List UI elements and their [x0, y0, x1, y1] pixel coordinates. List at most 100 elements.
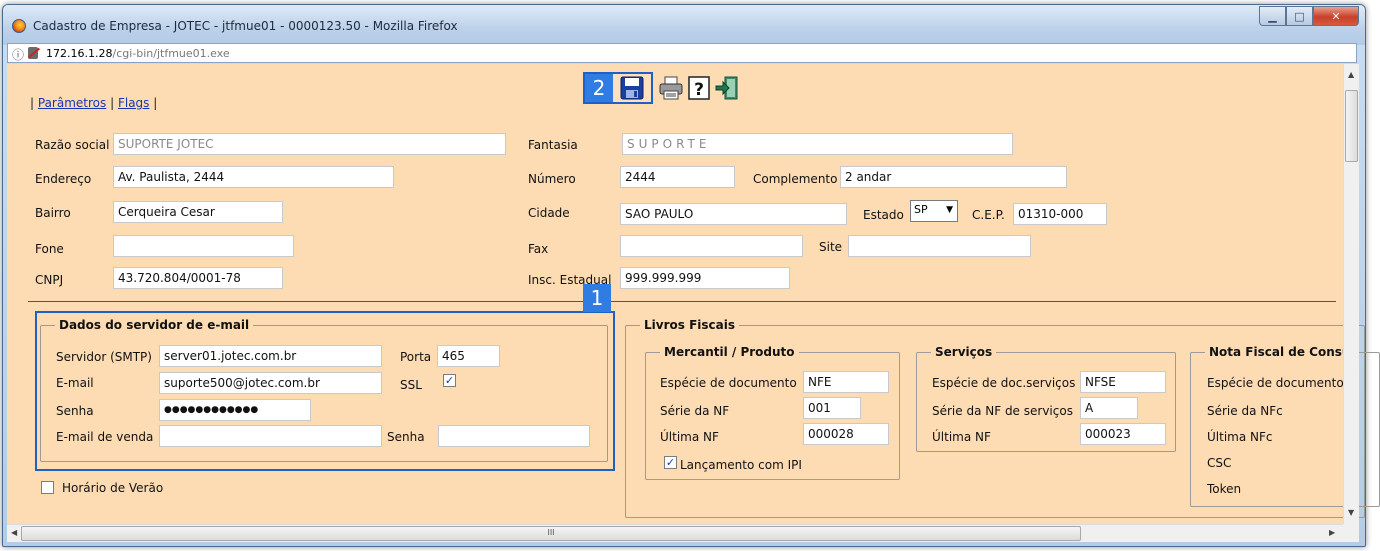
horario-verao-checkbox[interactable]	[41, 481, 54, 494]
callout-badge-1: 1	[583, 284, 611, 312]
livros-fiscais-legend: Livros Fiscais	[644, 318, 735, 332]
cnpj-field[interactable]: 43.720.804/0001-78	[113, 267, 283, 289]
svg-text:?: ?	[694, 80, 704, 100]
insc-estadual-field[interactable]: 999.999.999	[620, 267, 790, 289]
servidor-field[interactable]: server01.jotec.com.br	[159, 345, 382, 367]
email-group-legend: Dados do servidor de e-mail	[59, 318, 250, 332]
vertical-scroll-thumb[interactable]	[1345, 90, 1358, 162]
url-path: /cgi-bin/jtfmue01.exe	[112, 47, 230, 60]
site-field[interactable]	[848, 235, 1031, 257]
nfc-csc-label: CSC	[1207, 456, 1232, 470]
mercantil-ultima-label: Última NF	[660, 430, 719, 444]
email-label: E-mail	[56, 376, 94, 390]
complemento-label: Complemento	[753, 172, 838, 186]
senha-field[interactable]: ●●●●●●●●●●●●	[159, 399, 311, 421]
lancamento-ipi-label: Lançamento com IPI	[680, 458, 802, 472]
senha-venda-field[interactable]	[438, 425, 590, 447]
flags-link[interactable]: Flags	[118, 96, 149, 110]
save-icon[interactable]	[618, 74, 646, 102]
fantasia-label: Fantasia	[528, 138, 578, 152]
exit-icon[interactable]	[713, 74, 741, 102]
servicos-especie-label: Espécie de doc.serviços	[932, 376, 1076, 390]
ssl-checkbox[interactable]: ✓	[443, 374, 456, 387]
separator: |	[153, 96, 158, 110]
senha-venda-label: Senha	[387, 430, 425, 444]
cidade-field[interactable]: SAO PAULO	[620, 203, 847, 225]
maximize-button[interactable]: □	[1286, 6, 1313, 26]
url-text[interactable]: 172.16.1.28/cgi-bin/jtfmue01.exe	[46, 47, 230, 60]
mercantil-legend: Mercantil / Produto	[664, 345, 795, 359]
top-links: | Parâmetros | Flags |	[30, 96, 157, 110]
cep-field[interactable]: 01310-000	[1013, 203, 1107, 225]
nfc-ultima-label: Última NFc	[1207, 430, 1273, 444]
nfc-token-label: Token	[1207, 482, 1242, 496]
window-title: Cadastro de Empresa - JOTEC - jtfmue01 -…	[33, 19, 458, 33]
firefox-icon	[12, 19, 26, 33]
cnpj-label: CNPJ	[35, 273, 64, 287]
servicos-especie-field[interactable]: NFSE	[1080, 371, 1166, 393]
servicos-ultima-field[interactable]: 000023	[1080, 423, 1166, 445]
estado-value: SP	[914, 203, 928, 216]
vertical-scrollbar[interactable]: ▲ ▼	[1343, 64, 1359, 524]
print-icon[interactable]	[657, 74, 685, 102]
url-host: 172.16.1.28	[46, 47, 113, 60]
parametros-link[interactable]: Parâmetros	[38, 96, 106, 110]
servicos-serie-label: Série da NF de serviços	[932, 404, 1073, 418]
servicos-ultima-label: Última NF	[932, 430, 991, 444]
endereco-label: Endereço	[35, 172, 92, 186]
chevron-down-icon: ▼	[946, 205, 953, 215]
close-button[interactable]: ✕	[1313, 6, 1359, 26]
email-venda-field[interactable]	[159, 425, 382, 447]
razao-social-label: Razão social	[35, 138, 110, 152]
separator: |	[30, 96, 35, 110]
address-bar[interactable]: ⓘ 172.16.1.28/cgi-bin/jtfmue01.exe	[7, 43, 1357, 63]
title-bar: Cadastro de Empresa - JOTEC - jtfmue01 -…	[3, 5, 1365, 45]
mercantil-serie-field[interactable]: 001	[803, 397, 861, 419]
servidor-label: Servidor (SMTP)	[56, 350, 152, 364]
bairro-field[interactable]: Cerqueira Cesar	[113, 201, 283, 223]
porta-label: Porta	[400, 350, 432, 364]
help-icon[interactable]: ?	[685, 74, 713, 102]
nfc-legend: Nota Fiscal de Consu	[1209, 345, 1351, 359]
cep-label: C.E.P.	[972, 208, 1005, 222]
horario-verao-label: Horário de Verão	[62, 481, 164, 495]
endereco-field[interactable]: Av. Paulista, 2444	[113, 166, 394, 188]
separator: |	[110, 96, 115, 110]
info-icon[interactable]: ⓘ	[12, 46, 24, 63]
divider	[28, 301, 1336, 302]
servicos-serie-field[interactable]: A	[1080, 397, 1138, 419]
scroll-left-arrow-icon[interactable]: ◀	[11, 528, 17, 537]
porta-field[interactable]: 465	[437, 345, 500, 367]
mercantil-serie-label: Série da NF	[660, 404, 730, 418]
scroll-down-arrow-icon[interactable]: ▼	[1348, 508, 1354, 517]
fone-label: Fone	[35, 242, 64, 256]
numero-label: Número	[528, 172, 576, 186]
fax-field[interactable]	[620, 235, 803, 257]
fax-label: Fax	[528, 242, 549, 256]
estado-select[interactable]: SP ▼	[910, 200, 958, 222]
minimize-button[interactable]: ▁	[1259, 6, 1286, 26]
estado-label: Estado	[863, 208, 904, 222]
lancamento-ipi-checkbox[interactable]: ✓	[664, 456, 677, 469]
mercantil-especie-field[interactable]: NFE	[803, 371, 889, 393]
email-field[interactable]: suporte500@jotec.com.br	[159, 372, 382, 394]
window-controls: ▁ □ ✕	[1259, 6, 1359, 26]
razao-social-field[interactable]: SUPORTE JOTEC	[113, 133, 506, 155]
horizontal-scroll-thumb[interactable]: III	[21, 526, 1081, 541]
scroll-up-arrow-icon[interactable]: ▲	[1348, 70, 1354, 79]
horizontal-scrollbar[interactable]: ◀ III ▶	[7, 524, 1343, 542]
scroll-right-arrow-icon[interactable]: ▶	[1329, 528, 1335, 537]
bairro-label: Bairro	[35, 206, 71, 220]
ssl-label: SSL	[400, 378, 422, 392]
fone-field[interactable]	[113, 235, 294, 257]
mercantil-ultima-field[interactable]: 000028	[803, 423, 889, 445]
scrollbar-corner	[1343, 524, 1359, 542]
nfc-serie-label: Série da NFc	[1207, 404, 1283, 418]
email-venda-label: E-mail de venda	[56, 430, 154, 444]
site-label: Site	[819, 240, 843, 254]
numero-field[interactable]: 2444	[620, 166, 735, 188]
cidade-label: Cidade	[528, 206, 570, 220]
complemento-field[interactable]: 2 andar	[840, 166, 1067, 188]
mercantil-especie-label: Espécie de documento	[660, 376, 797, 390]
fantasia-field[interactable]: SUPORTE	[622, 133, 1013, 155]
